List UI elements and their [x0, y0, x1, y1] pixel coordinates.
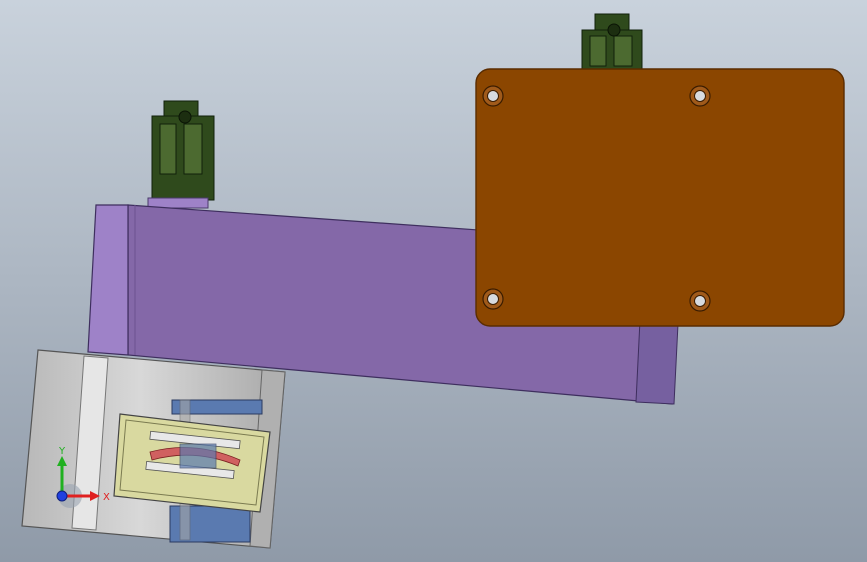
plate-hole-top-left	[482, 85, 504, 107]
plate-hole-bottom-right	[689, 290, 711, 312]
x-axis-label: X	[103, 492, 110, 503]
left-motor[interactable]	[147, 100, 215, 209]
plate-hole-top-right	[689, 85, 711, 107]
inner-panel[interactable]	[113, 413, 271, 513]
z-axis-dot	[56, 490, 68, 502]
plate-hole-bottom-left	[482, 288, 504, 310]
mounting-plate[interactable]	[475, 68, 845, 327]
graphics-viewport[interactable]: Y X	[0, 0, 867, 562]
y-axis-label: Y	[58, 446, 66, 457]
model-view[interactable]: Y X	[0, 0, 867, 562]
